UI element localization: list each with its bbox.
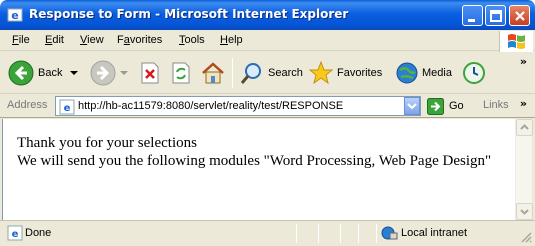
status-text: Done: [25, 227, 52, 239]
close-button[interactable]: [509, 5, 530, 26]
go-button[interactable]: Go: [427, 97, 464, 115]
svg-text:e: e: [64, 103, 71, 114]
refresh-icon: [172, 62, 190, 84]
menu-tools[interactable]: Tools: [179, 34, 205, 46]
scroll-down-button[interactable]: [516, 203, 533, 220]
page-icon: e: [59, 99, 75, 115]
menu-favorites[interactable]: Favorites: [117, 34, 162, 46]
chevron-down-icon[interactable]: [68, 68, 80, 78]
thank-you-message: Thank you for your selections: [17, 135, 197, 151]
history-clock-icon: [463, 62, 485, 84]
refresh-button[interactable]: [171, 56, 191, 90]
status-bar: e Done Local intranet: [0, 220, 535, 246]
home-icon: [202, 62, 224, 84]
minimize-button[interactable]: [462, 5, 483, 26]
menu-help[interactable]: Help: [220, 34, 243, 46]
standard-toolbar: Back Search Favorites Media »: [0, 52, 535, 94]
go-arrow-icon: [427, 97, 444, 115]
toolbar-separator: [232, 58, 233, 88]
status-separator: [318, 224, 319, 243]
favorites-button[interactable]: Favorites: [309, 56, 382, 90]
local-intranet-icon: [381, 226, 398, 240]
status-separator: [358, 224, 359, 243]
back-arrow-icon: [8, 60, 34, 86]
page-content: Thank you for your selections We will se…: [2, 119, 515, 220]
svg-text:e: e: [11, 9, 18, 22]
internet-explorer-icon: e: [7, 8, 23, 22]
links-toolbar[interactable]: Links: [483, 99, 509, 111]
search-button[interactable]: Search: [240, 56, 303, 90]
links-overflow-chevron[interactable]: »: [520, 97, 527, 110]
menu-edit[interactable]: Edit: [45, 34, 64, 46]
maximize-icon: [490, 10, 502, 22]
menu-bar: File Edit View Favorites Tools Help: [0, 30, 535, 51]
modules-message: We will send you the following modules "…: [17, 153, 492, 169]
svg-text:e: e: [12, 229, 19, 240]
address-label: Address: [7, 99, 48, 111]
status-separator: [376, 224, 377, 243]
chevron-down-icon: [520, 209, 529, 215]
forward-button[interactable]: [90, 56, 130, 90]
address-url: http://hb-ac11579:8080/servlet/reality/t…: [78, 100, 344, 112]
browser-window: e Response to Form - Microsoft Internet …: [0, 0, 535, 246]
stop-icon: [141, 62, 159, 84]
chevron-up-icon: [520, 124, 529, 130]
status-separator: [340, 224, 341, 243]
address-field[interactable]: e http://hb-ac11579:8080/servlet/reality…: [55, 96, 421, 116]
title-bar[interactable]: e Response to Form - Microsoft Internet …: [0, 0, 535, 30]
close-icon: [515, 11, 525, 21]
back-button[interactable]: Back: [8, 56, 80, 90]
minimize-icon: [468, 19, 475, 22]
page-done-icon: e: [7, 225, 23, 241]
windows-flag-icon: [508, 34, 525, 49]
forward-arrow-icon: [90, 60, 116, 86]
window-title: Response to Form - Microsoft Internet Ex…: [29, 7, 349, 21]
maximize-button[interactable]: [485, 5, 506, 26]
windows-logo: [499, 31, 533, 53]
star-icon: [309, 61, 333, 85]
history-button[interactable]: [462, 56, 486, 90]
address-dropdown-button[interactable]: [404, 97, 420, 115]
menu-view[interactable]: View: [80, 34, 104, 46]
stop-button[interactable]: [140, 56, 160, 90]
vertical-scrollbar[interactable]: [515, 119, 533, 220]
security-zone: Local intranet: [401, 227, 468, 239]
chevron-down-icon: [407, 103, 417, 110]
media-button[interactable]: Media: [396, 56, 452, 90]
status-separator: [296, 224, 297, 243]
search-icon: [240, 63, 261, 84]
toolbar-overflow-chevron[interactable]: »: [520, 55, 527, 68]
chevron-down-icon[interactable]: [118, 68, 130, 78]
media-globe-icon: [396, 62, 418, 84]
home-button[interactable]: [200, 56, 226, 90]
address-bar: Address e http://hb-ac11579:8080/servlet…: [0, 94, 535, 118]
resize-grip-icon[interactable]: [519, 230, 532, 243]
scroll-up-button[interactable]: [516, 119, 533, 136]
menu-file[interactable]: File: [12, 34, 30, 46]
